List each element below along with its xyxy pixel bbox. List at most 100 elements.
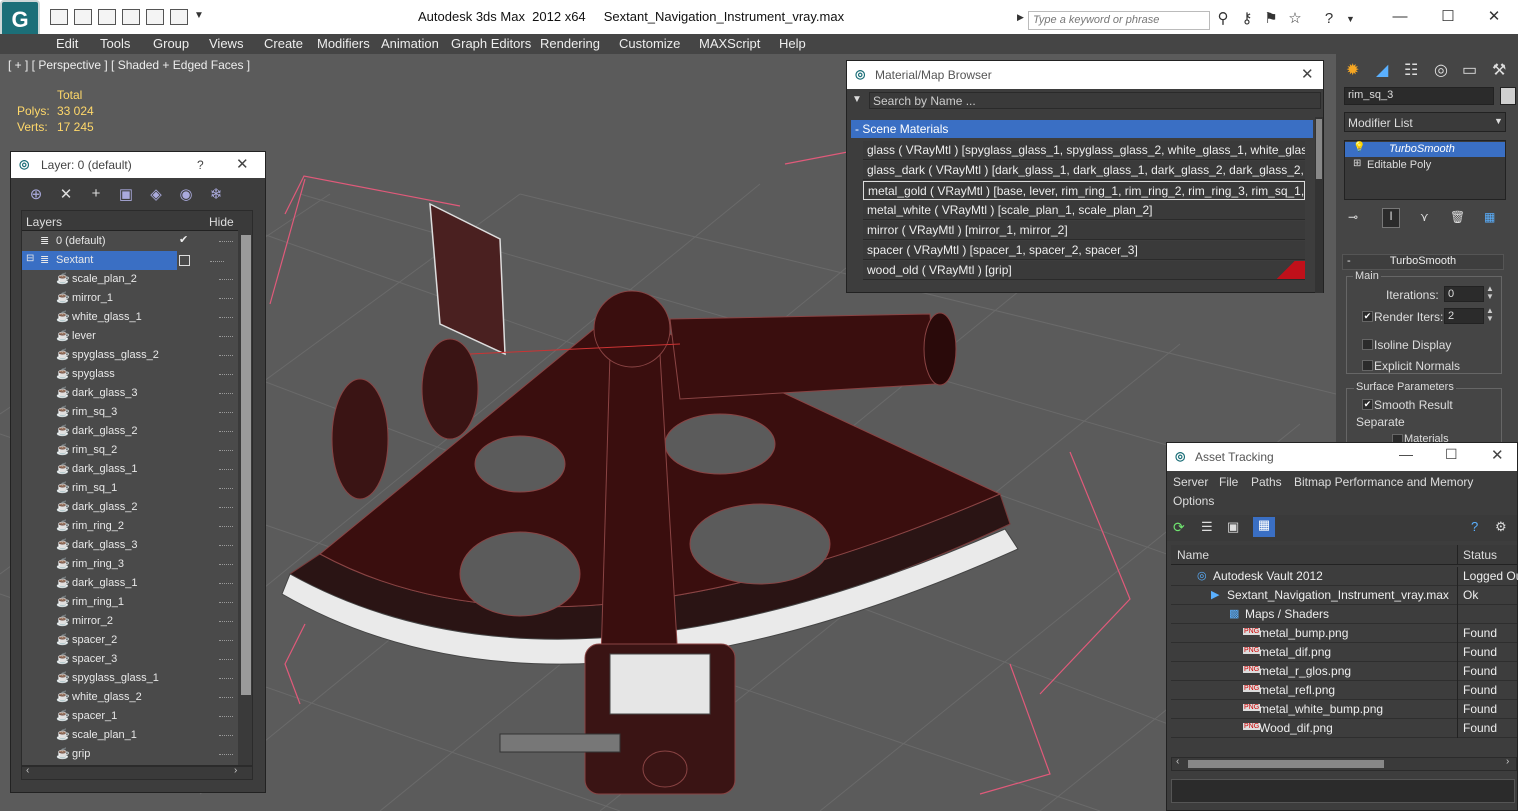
object-name-field[interactable]: rim_sq_3 [1344,87,1494,105]
col-status[interactable]: Status [1463,548,1497,562]
layer-row-sextant[interactable]: ⊟ ≣ Sextant [22,251,177,270]
asset-row[interactable]: PNG metal_bump.png Found [1171,624,1517,643]
help-dropdown-icon[interactable]: ▼ [1346,14,1355,24]
asset-row[interactable]: PNG metal_white_bump.png Found [1171,700,1517,719]
communication-center-icon[interactable]: ⚑ [1262,10,1280,28]
layer-object-row[interactable]: ☕ dark_glass_2 [22,498,237,517]
layer-object-row[interactable]: ☕ white_glass_2 [22,688,237,707]
asset-help-icon[interactable]: ? [1471,519,1478,534]
layer-object-row[interactable]: ☕ mirror_2 [22,612,237,631]
open-file-icon[interactable] [50,9,68,25]
col-layers[interactable]: Layers [26,215,62,229]
smooth-result-checkbox[interactable]: ✔ [1362,399,1373,410]
col-hide[interactable]: Hide [209,215,234,229]
remove-modifier-icon[interactable]: 🗑 [1450,210,1465,224]
menu-paths[interactable]: Paths [1251,475,1282,489]
object-color-swatch[interactable] [1500,87,1516,105]
explicit-normals-checkbox[interactable] [1362,360,1373,371]
menu-options[interactable]: Options [1173,494,1214,508]
show-end-result-icon[interactable]: I [1382,208,1400,228]
layer-panel-titlebar[interactable]: ◎ Layer: 0 (default) ? ✕ [11,152,265,178]
collapse-icon[interactable]: ⊟ [26,253,34,264]
material-row[interactable]: metal_gold ( VRayMtl ) [base, lever, rim… [863,181,1305,200]
asset-path-field[interactable] [1171,779,1515,803]
hide-toggle[interactable] [219,507,233,509]
hide-toggle[interactable] [219,640,233,642]
menu-edit[interactable]: Edit [56,36,78,51]
layer-object-row[interactable]: ☕ rim_ring_3 [22,555,237,574]
highlight-layer-icon[interactable]: ◈ [145,185,167,207]
hide-toggle[interactable] [219,716,233,718]
hide-toggle[interactable] [219,450,233,452]
layer-close-icon[interactable]: ✕ [236,155,249,173]
turbosmooth-rollout-header[interactable]: - TurboSmooth [1342,254,1504,270]
quick-access-dropdown-icon[interactable]: ▼ [194,10,204,21]
layer-scroll-thumb[interactable] [241,235,251,695]
add-to-layer-icon[interactable]: + [85,185,107,207]
menu-animation[interactable]: Animation [381,36,439,51]
material-row[interactable]: mirror ( VRayMtl ) [mirror_1, mirror_2] [863,221,1305,240]
layer-object-row[interactable]: ☕ spacer_1 [22,707,237,726]
hold-icon[interactable] [146,9,164,25]
hide-toggle[interactable] [219,374,233,376]
iterations-spinner[interactable]: 0 [1444,286,1484,302]
hide-toggle[interactable] [219,393,233,395]
menu-help[interactable]: Help [779,36,806,51]
layer-help-button[interactable]: ? [197,158,204,172]
hide-toggle[interactable] [219,431,233,433]
material-browser-titlebar[interactable]: ◎ Material/Map Browser ✕ [847,61,1323,89]
material-browser-close-icon[interactable]: ✕ [1301,65,1314,83]
minimize-icon[interactable]: — [1380,6,1420,28]
current-layer-check-icon[interactable]: ✔ [179,233,188,246]
asset-tracking-titlebar[interactable]: ◎ Asset Tracking — ☐ ✕ [1167,443,1517,471]
asset-hscrollbar[interactable]: ‹ › [1171,756,1517,771]
hide-toggle[interactable] [219,336,233,338]
layer-object-row[interactable]: ☕ rim_ring_2 [22,517,237,536]
hide-toggle[interactable] [219,355,233,357]
binoculars-icon[interactable]: ⚲ [1214,10,1232,28]
hide-toggle[interactable] [219,602,233,604]
layer-row-default[interactable]: ≣ 0 (default) ✔ [22,232,237,251]
material-search-input[interactable]: Search by Name ... [869,92,1321,109]
fetch-icon[interactable] [170,9,188,25]
layer-object-row[interactable]: ☕ dark_glass_3 [22,384,237,403]
material-row[interactable]: glass ( VRayMtl ) [spyglass_glass_1, spy… [863,141,1305,160]
asset-minimize-icon[interactable]: — [1399,446,1413,462]
modifier-list-dropdown[interactable]: Modifier List [1344,112,1506,132]
favorites-star-icon[interactable]: ☆ [1286,10,1304,28]
asset-close-icon[interactable]: ✕ [1491,446,1504,464]
layer-object-row[interactable]: ☕ dark_glass_1 [22,574,237,593]
scroll-right-icon[interactable]: › [1506,756,1509,767]
configure-sets-icon[interactable]: ▦ [1484,210,1495,224]
asset-row[interactable]: PNG metal_dif.png Found [1171,643,1517,662]
table-view-icon[interactable]: ▦ [1253,517,1275,537]
utilities-tab-icon[interactable]: ⚒ [1492,60,1506,80]
hide-toggle[interactable] [219,754,233,756]
asset-row[interactable]: PNG metal_r_glos.png Found [1171,662,1517,681]
layer-object-row[interactable]: ☕ scale_plan_1 [22,726,237,745]
display-tab-icon[interactable]: ▭ [1462,60,1477,80]
hide-toggle[interactable] [219,583,233,585]
layer-object-row[interactable]: ☕ white_glass_1 [22,308,237,327]
layer-object-row[interactable]: ☕ spyglass_glass_2 [22,346,237,365]
hide-toggle[interactable] [219,735,233,737]
hide-toggle[interactable] [219,545,233,547]
material-scrollbar[interactable] [1315,117,1323,293]
menu-bitmap-performance[interactable]: Bitmap Performance and Memory [1294,475,1473,489]
layer-object-row[interactable]: ☕ scale_plan_2 [22,270,237,289]
expand-icon[interactable]: ⊞ [1353,158,1361,169]
scroll-left-icon[interactable]: ‹ [26,765,29,776]
hide-all-icon[interactable]: ◉ [175,185,197,207]
key-icon[interactable]: ⚷ [1238,10,1256,28]
make-unique-icon[interactable]: ⋎ [1420,210,1429,224]
material-row[interactable]: metal_white ( VRayMtl ) [scale_plan_1, s… [863,201,1305,220]
menu-tools[interactable]: Tools [100,36,130,51]
hide-toggle[interactable] [219,659,233,661]
undo-icon[interactable] [98,9,116,25]
create-layer-icon[interactable]: ⊕ [25,185,47,207]
menu-graph-editors[interactable]: Graph Editors [451,36,531,51]
hide-toggle[interactable] [219,412,233,414]
render-iters-spinner[interactable]: 2 [1444,308,1484,324]
asset-row[interactable]: PNG Wood_dif.png Found [1171,719,1517,738]
search-input[interactable]: Type a keyword or phrase [1028,11,1210,30]
